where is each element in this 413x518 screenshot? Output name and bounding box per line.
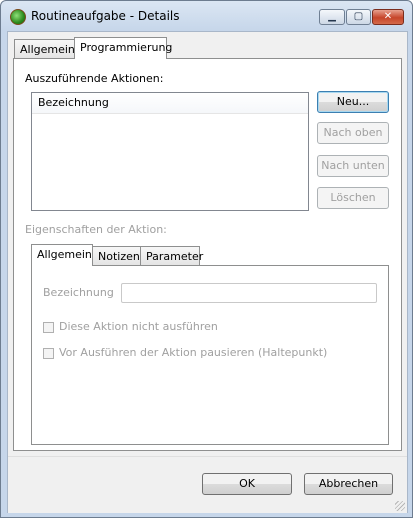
title-bar[interactable]: Routineaufgabe - Details ▁ ▢ ✕ (1, 1, 412, 31)
name-label: Bezeichnung (43, 286, 114, 299)
skip-action-label: Diese Aktion nicht ausführen (59, 320, 218, 333)
ok-button[interactable]: OK (202, 473, 292, 495)
properties-panel: Bezeichnung Diese Aktion nicht ausführen… (31, 265, 389, 445)
cancel-button[interactable]: Abbrechen (304, 473, 393, 495)
name-field[interactable] (121, 283, 377, 303)
breakpoint-checkbox[interactable] (43, 348, 54, 359)
app-icon (10, 9, 26, 25)
resize-grip-icon[interactable] (395, 501, 405, 511)
move-up-button[interactable]: Nach oben (317, 122, 389, 144)
skip-action-checkbox[interactable] (43, 322, 54, 333)
new-button[interactable]: Neu... (317, 91, 389, 113)
subtab-allgemein[interactable]: Allgemein (31, 244, 93, 266)
tab-programmierung[interactable]: Programmierung (74, 37, 172, 59)
close-icon[interactable]: ✕ (372, 9, 404, 25)
actions-label: Auszuführende Aktionen: (25, 72, 164, 85)
breakpoint-label: Vor Ausführen der Aktion pausieren (Halt… (59, 346, 328, 359)
dialog-window: Routineaufgabe - Details ▁ ▢ ✕ Allgemein… (0, 0, 413, 518)
list-header-bezeichnung[interactable]: Bezeichnung (32, 93, 308, 114)
properties-label: Eigenschaften der Aktion: (25, 223, 167, 236)
tab-allgemein[interactable]: Allgemein (14, 39, 75, 59)
subtab-notizen[interactable]: Notizen (92, 246, 141, 266)
maximize-icon[interactable]: ▢ (346, 9, 371, 25)
minimize-icon[interactable]: ▁ (319, 9, 345, 25)
subtab-parameter[interactable]: Parameter (140, 246, 203, 266)
delete-button[interactable]: Löschen (317, 187, 389, 209)
actions-list[interactable]: Bezeichnung (31, 92, 309, 211)
programmierung-panel: Auszuführende Aktionen: Bezeichnung Neu.… (13, 58, 402, 451)
window-title: Routineaufgabe - Details (31, 9, 180, 23)
dialog-button-bar: OK Abbrechen (8, 456, 407, 513)
dialog-client-area: Allgemein Programmierung Auszuführende A… (7, 31, 408, 513)
move-down-button[interactable]: Nach unten (317, 155, 389, 177)
